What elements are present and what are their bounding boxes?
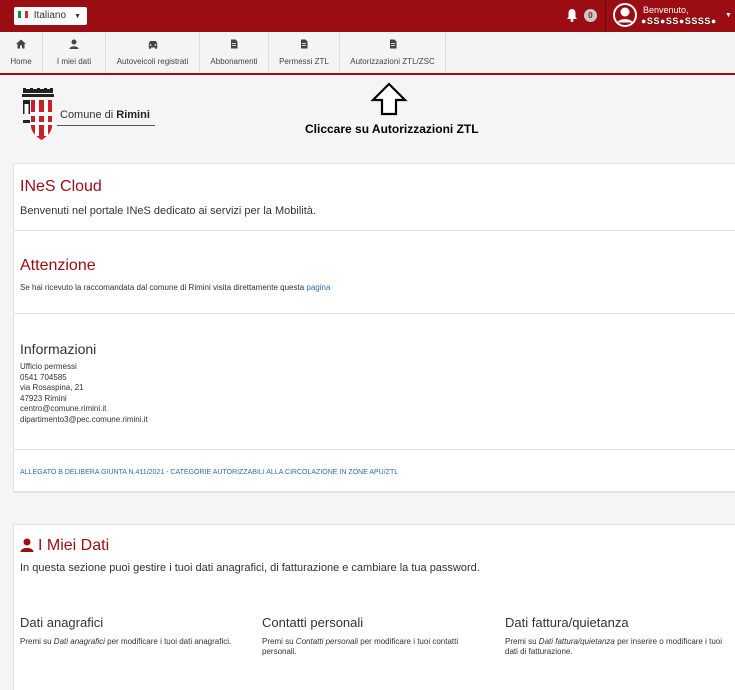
nav-label: Abbonamenti [210,57,258,66]
contatti-personali-text: Premi su Contatti personali per modifica… [262,637,482,657]
col-text-pre: Premi su [262,637,296,646]
instruction-text: Cliccare su Autorizzazioni ZTL [305,122,479,136]
info-line: Ufficio permessi [20,362,77,371]
pagina-link[interactable]: pagina [306,283,330,292]
bell-icon[interactable] [566,7,578,23]
chevron-down-icon: ▼ [74,13,81,20]
divider [13,491,735,492]
user-avatar-icon[interactable] [613,3,637,27]
nav-label: Autorizzazioni ZTL/ZSC [350,57,435,66]
home-icon [16,39,26,49]
nav-label: Permessi ZTL [279,57,329,66]
col-text-em: Dati anagrafici [53,637,105,646]
contatti-personali-title[interactable]: Contatti personali [262,615,363,630]
col-text-em: Contatti personali [295,637,359,646]
miei-dati-panel [13,524,735,690]
col-text-em: Dati fattura/quietanza [538,637,615,646]
dati-anagrafici-text: Premi su Dati anagrafici per modificare … [20,637,240,647]
nav-label: Home [10,57,32,66]
nav-item-abbonamenti[interactable]: Abbonamenti [200,32,269,73]
divider [13,230,735,231]
dati-fattura-text: Premi su Dati fattura/quietanza per inse… [505,637,725,657]
language-selector[interactable]: Italiano ▼ [14,7,87,25]
col-text-post: per modificare i tuoi dati anagrafici. [104,637,232,646]
document-icon [389,39,396,49]
document-icon [301,39,308,49]
comune-name: Comune di Rimini [60,109,150,121]
comune-underline [57,125,155,126]
dati-fattura-title[interactable]: Dati fattura/quietanza [505,615,629,630]
informazioni-contacts: Ufficio permessi 0541 704585 via Rosaspi… [20,362,148,425]
nav-item-autoveicoli[interactable]: Autoveicoli registrati [106,32,200,73]
car-icon [148,41,157,49]
ines-title: INeS Cloud [20,178,102,195]
miei-dati-title: I Miei Dati [20,537,109,555]
attenzione-text: Se hai ricevuto la raccomandata dal comu… [20,283,330,292]
username-label[interactable]: ●SS●SS●SSSS● [641,16,717,26]
divider [13,449,735,450]
user-icon [20,538,34,552]
user-icon [69,39,79,49]
allegato-link[interactable]: ALLEGATO B DELIBERA GIUNTA N.411/2021 - … [20,469,398,476]
arrow-up-icon [370,82,408,116]
info-line: dipartimento3@pec.comune.rimini.it [20,414,148,424]
main-nav: Home I miei dati Autoveicoli registrati … [0,32,735,75]
miei-dati-title-text: I Miei Dati [38,537,110,554]
comune-name-bold: Rimini [116,109,150,121]
nav-item-miei-dati[interactable]: I miei dati [43,32,106,73]
info-line: 47923 Rimini [20,393,67,403]
attenzione-body: Se hai ricevuto la raccomandata dal comu… [20,283,305,292]
col-text-pre: Premi su [505,637,539,646]
divider [13,313,735,314]
informazioni-title: Informazioni [20,341,97,357]
rimini-crest-logo [22,88,54,140]
welcome-label: Benvenuto, [643,5,689,15]
comune-prefix: Comune di [60,109,114,121]
chevron-down-icon[interactable]: ▼ [725,12,732,19]
nav-item-permessi-ztl[interactable]: Permessi ZTL [269,32,340,73]
nav-label: I miei dati [56,57,92,66]
info-line: centro@comune.rimini.it [20,404,107,413]
ines-text: Benvenuti nel portale INeS dedicato ai s… [20,205,316,217]
info-line: via Rosaspina, 21 [20,383,84,392]
document-icon [231,39,238,49]
topbar-divider [605,0,606,32]
dati-anagrafici-title[interactable]: Dati anagrafici [20,615,103,630]
top-bar: Italiano ▼ 0 Benvenuto, ●SS●SS●SSSS● ▼ [0,0,735,32]
italian-flag-icon [18,10,28,18]
attenzione-title: Attenzione [20,257,96,274]
nav-label: Autoveicoli registrati [116,57,189,66]
notification-badge[interactable]: 0 [584,9,597,22]
language-label: Italiano [33,10,67,21]
miei-dati-text: In questa sezione puoi gestire i tuoi da… [20,562,480,574]
nav-item-autorizzazioni-ztl-zsc[interactable]: Autorizzazioni ZTL/ZSC [340,32,446,73]
nav-item-home[interactable]: Home [0,32,43,73]
col-text-pre: Premi su [20,637,54,646]
info-line: 0541 704585 [20,372,67,382]
